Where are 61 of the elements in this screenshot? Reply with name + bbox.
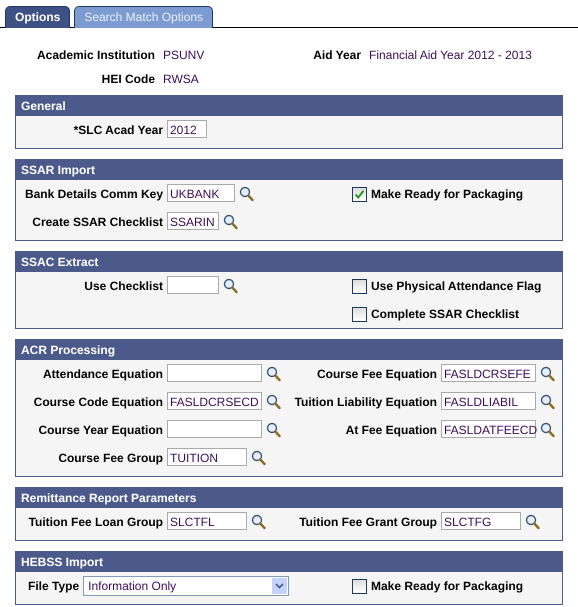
info-value: Financial Aid Year 2012 - 2013 [369, 48, 533, 62]
section-header: ACR Processing [16, 340, 562, 360]
checkbox-label: Complete SSAR Checklist [371, 306, 520, 321]
info-label: Aid Year [312, 48, 361, 62]
search-icon[interactable] [251, 450, 266, 466]
info-label: HEI Code [100, 72, 155, 86]
input-field[interactable] [167, 364, 262, 382]
input-field[interactable] [167, 420, 262, 438]
search-icon[interactable] [266, 422, 281, 438]
info-label: Academic Institution [36, 48, 155, 62]
section-header: General [16, 96, 562, 116]
field-label: Course Code Equation [32, 394, 163, 409]
search-icon[interactable] [251, 514, 266, 530]
field-label: Attendance Equation [42, 366, 163, 381]
search-icon[interactable] [223, 278, 238, 294]
checkbox-label: Make Ready for Packaging [371, 186, 524, 201]
input-field[interactable]: FASLDCRSEFE [441, 364, 536, 382]
field-label: Create SSAR Checklist [31, 214, 163, 229]
dropdown-field[interactable]: Information Only [83, 576, 290, 596]
search-icon[interactable] [540, 422, 555, 438]
field-label: Bank Details Comm Key [24, 186, 163, 201]
checkbox-label: Use Physical Attendance Flag [371, 278, 542, 293]
checkbox[interactable] [352, 279, 367, 294]
checkbox[interactable] [352, 579, 367, 594]
search-icon[interactable] [266, 366, 281, 382]
input-field[interactable] [167, 276, 219, 294]
section-header: HEBSS Import [16, 552, 562, 572]
section-header: SSAR Import [16, 160, 562, 180]
search-icon[interactable] [266, 394, 281, 410]
checkbox[interactable] [352, 187, 367, 202]
search-icon[interactable] [525, 514, 540, 530]
field-label: *SLC Acad Year [72, 122, 163, 137]
input-field[interactable]: UKBANK [167, 184, 235, 202]
field-label: Course Fee Equation [316, 366, 437, 381]
field-label: At Fee Equation [344, 422, 437, 437]
search-icon[interactable] [540, 394, 555, 410]
checkbox-label: Make Ready for Packaging [371, 578, 524, 593]
input-field[interactable]: SLCTFG [441, 512, 521, 530]
field-label: Tuition Fee Loan Group [28, 514, 163, 529]
input-field[interactable]: FASLDLIABIL [441, 392, 536, 410]
input-field[interactable]: SLCTFL [167, 512, 247, 530]
field-label: Tuition Liability Equation [294, 394, 437, 409]
field-label: Course Year Equation [38, 422, 163, 437]
section-header: SSAC Extract [16, 252, 562, 272]
search-icon[interactable] [239, 186, 254, 202]
input-field[interactable]: 2012 [167, 120, 207, 138]
input-field[interactable]: SSARIN [167, 212, 219, 230]
input-field[interactable]: TUITION [167, 448, 247, 466]
field-label: File Type [28, 578, 80, 593]
search-icon[interactable] [540, 366, 555, 382]
field-label: Use Checklist [83, 278, 163, 293]
info-value: PSUNV [163, 48, 206, 62]
search-icon[interactable] [223, 214, 238, 230]
section-header: Remittance Report Parameters [16, 488, 562, 508]
info-value: RWSA [163, 72, 200, 86]
field-label: Tuition Fee Grant Group [298, 514, 437, 529]
tab[interactable]: Options [5, 6, 70, 28]
input-field[interactable]: FASLDCRSECD [167, 392, 262, 410]
checkbox[interactable] [352, 307, 367, 322]
input-field[interactable]: FASLDATFEECD [441, 420, 536, 438]
field-label: Course Fee Group [57, 450, 163, 465]
